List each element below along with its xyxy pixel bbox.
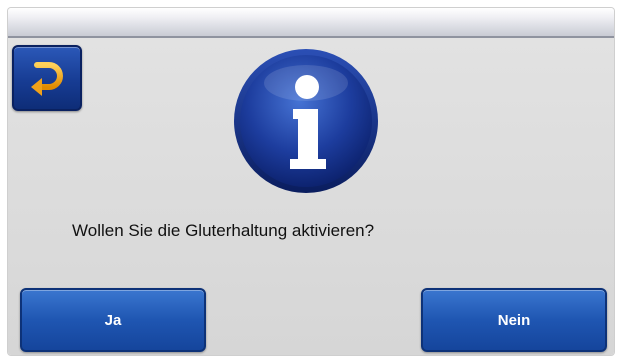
back-button[interactable] (12, 45, 82, 111)
yes-button[interactable]: Ja (20, 288, 206, 352)
title-bar (8, 8, 614, 38)
back-arrow-icon (31, 62, 63, 96)
no-button[interactable]: Nein (421, 288, 607, 352)
dialog-message: Wollen Sie die Gluterhaltung aktivieren? (72, 221, 375, 240)
info-icon (234, 49, 378, 193)
dialog-screen: Wollen Sie die Gluterhaltung aktivieren?… (8, 8, 614, 355)
